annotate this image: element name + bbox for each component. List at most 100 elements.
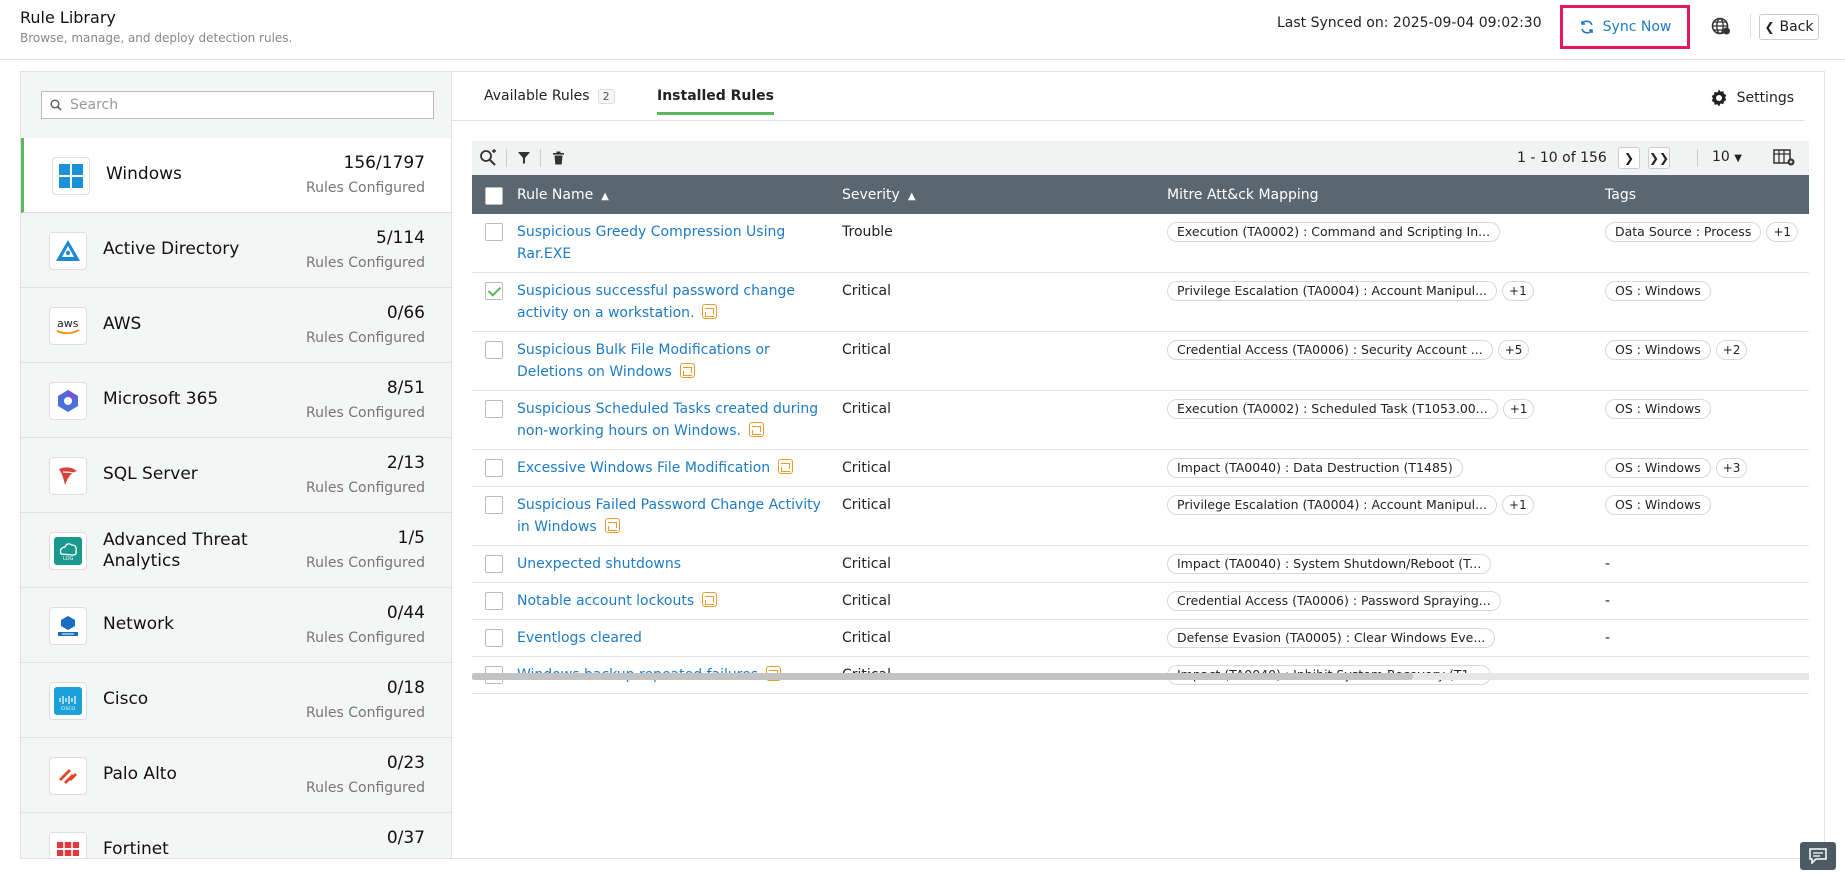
svg-text:CISCO: CISCO bbox=[61, 706, 75, 712]
select-all-checkbox[interactable] bbox=[485, 186, 503, 205]
tag-chip[interactable]: OS : Windows bbox=[1605, 458, 1711, 478]
globe-settings-icon[interactable] bbox=[1711, 16, 1731, 36]
next-page-button[interactable]: ❯ bbox=[1618, 147, 1640, 169]
last-page-button[interactable]: ❯❯ bbox=[1648, 147, 1670, 169]
source-item-cisco[interactable]: CISCO Cisco 0/18 Rules Configured bbox=[21, 663, 451, 738]
row-checkbox[interactable] bbox=[485, 400, 503, 418]
back-label: Back bbox=[1779, 19, 1814, 35]
horizontal-scrollbar[interactable] bbox=[472, 673, 1809, 680]
tag-more-badge[interactable]: +1 bbox=[1766, 222, 1799, 242]
page-title: Rule Library bbox=[20, 8, 116, 27]
tag-chip[interactable]: OS : Windows bbox=[1605, 495, 1711, 515]
mitre-chip[interactable]: Credential Access (TA0006) : Password Sp… bbox=[1167, 591, 1501, 611]
source-item-active-directory[interactable]: Active Directory 5/114 Rules Configured bbox=[21, 213, 451, 288]
source-list: Windows 156/1797 Rules Configured Active… bbox=[21, 138, 451, 858]
tag-chip[interactable]: Data Source : Process bbox=[1605, 222, 1762, 242]
mitre-more-badge[interactable]: +1 bbox=[1502, 399, 1535, 419]
tags-cell: - bbox=[1605, 619, 1809, 657]
search-box[interactable] bbox=[41, 91, 434, 119]
mitre-chip[interactable]: Execution (TA0002) : Command and Scripti… bbox=[1167, 222, 1501, 242]
column-header-mitre[interactable]: Mitre Att&ck Mapping bbox=[1167, 175, 1605, 214]
table-row[interactable]: Notable account lockouts Critical Credenti… bbox=[472, 582, 1809, 620]
source-count: 0/66 bbox=[386, 303, 425, 323]
mitre-chip[interactable]: Privilege Escalation (TA0004) : Account … bbox=[1167, 495, 1498, 515]
table-row[interactable]: Suspicious successful password change ac… bbox=[472, 272, 1809, 332]
filter-icon[interactable] bbox=[514, 148, 534, 168]
rule-name-link[interactable]: Suspicious successful password change ac… bbox=[517, 283, 795, 321]
column-chooser-icon[interactable] bbox=[1772, 147, 1796, 167]
table-row[interactable]: Unexpected shutdowns Critical Impact (TA00… bbox=[472, 545, 1809, 583]
mitre-chip[interactable]: Credential Access (TA0006) : Security Ac… bbox=[1167, 340, 1493, 360]
table-row[interactable]: Suspicious Greedy Compression Using Rar.… bbox=[472, 214, 1809, 273]
table-row[interactable]: Suspicious Scheduled Tasks created durin… bbox=[472, 390, 1809, 450]
rule-name-link[interactable]: Notable account lockouts bbox=[517, 593, 694, 609]
severity-cell: Critical bbox=[842, 331, 1167, 391]
row-select-cell bbox=[472, 214, 517, 273]
row-checkbox[interactable] bbox=[485, 282, 503, 300]
table-row[interactable]: Excessive Windows File Modification Criti… bbox=[472, 449, 1809, 487]
mitre-more-badge[interactable]: +1 bbox=[1502, 495, 1534, 515]
column-header-tags[interactable]: Tags bbox=[1605, 175, 1809, 214]
rule-name-cell: Excessive Windows File Modification bbox=[517, 449, 842, 487]
mitre-chip[interactable]: Defense Evasion (TA0005) : Clear Windows… bbox=[1167, 628, 1496, 648]
tag-chip[interactable]: OS : Windows bbox=[1605, 399, 1711, 419]
tag-chip[interactable]: OS : Windows bbox=[1605, 340, 1711, 360]
advanced-search-icon[interactable] bbox=[478, 148, 498, 168]
row-checkbox[interactable] bbox=[485, 223, 503, 241]
rule-name-link[interactable]: Suspicious Greedy Compression Using Rar.… bbox=[517, 224, 785, 262]
rule-name-link[interactable]: Unexpected shutdowns bbox=[517, 556, 681, 572]
tag-more-badge[interactable]: +3 bbox=[1715, 458, 1748, 478]
table-row[interactable]: Eventlogs cleared Critical Defense Evasion… bbox=[472, 619, 1809, 657]
back-button[interactable]: ❮ Back bbox=[1759, 14, 1819, 40]
rule-name-link[interactable]: Suspicious Failed Password Change Activi… bbox=[517, 497, 821, 535]
trash-icon[interactable] bbox=[548, 148, 568, 168]
search-input[interactable] bbox=[70, 97, 410, 113]
tag-more-badge[interactable]: +2 bbox=[1715, 340, 1748, 360]
source-item-sql-server[interactable]: SQL Server 2/13 Rules Configured bbox=[21, 438, 451, 513]
column-header-severity[interactable]: Severity ▲ bbox=[842, 175, 1167, 214]
table-row[interactable]: Suspicious Failed Password Change Activi… bbox=[472, 486, 1809, 546]
row-checkbox[interactable] bbox=[485, 629, 503, 647]
source-item-microsoft-365[interactable]: Microsoft 365 8/51 Rules Configured bbox=[21, 363, 451, 438]
per-page-select[interactable]: 10 ▼ bbox=[1712, 149, 1742, 165]
row-checkbox[interactable] bbox=[485, 459, 503, 477]
source-sub: Rules Configured bbox=[306, 780, 425, 796]
source-name: Cisco bbox=[103, 689, 149, 709]
mitre-chip[interactable]: Impact (TA0040) : Data Destruction (T148… bbox=[1167, 458, 1463, 478]
source-count: 0/18 bbox=[386, 678, 425, 698]
rule-name-link[interactable]: Eventlogs cleared bbox=[517, 630, 642, 646]
mitre-more-badge[interactable]: +5 bbox=[1497, 340, 1530, 360]
fortinet-icon bbox=[49, 832, 87, 858]
row-checkbox[interactable] bbox=[485, 592, 503, 610]
scrollbar-thumb[interactable] bbox=[472, 673, 1413, 680]
chat-button[interactable] bbox=[1800, 842, 1836, 870]
rule-name-link[interactable]: Suspicious Scheduled Tasks created durin… bbox=[517, 401, 818, 439]
mitre-chip[interactable]: Impact (TA0040) : System Shutdown/Reboot… bbox=[1167, 554, 1492, 574]
mitre-cell: Credential Access (TA0006) : Password Sp… bbox=[1167, 582, 1605, 620]
sync-now-label: Sync Now bbox=[1602, 19, 1672, 35]
source-item-palo-alto[interactable]: Palo Alto 0/23 Rules Configured bbox=[21, 738, 451, 813]
row-checkbox[interactable] bbox=[485, 555, 503, 573]
table-row[interactable]: Suspicious Bulk File Modifications or De… bbox=[472, 331, 1809, 391]
source-item-aws[interactable]: aws AWS 0/66 Rules Configured bbox=[21, 288, 451, 363]
tag-chip[interactable]: OS : Windows bbox=[1605, 281, 1711, 301]
sort-up-icon: ▲ bbox=[907, 190, 916, 202]
column-header-rule-name[interactable]: Rule Name ▲ bbox=[517, 175, 842, 214]
rule-name-link[interactable]: Suspicious Bulk File Modifications or De… bbox=[517, 342, 770, 380]
mitre-more-badge[interactable]: +1 bbox=[1502, 281, 1534, 301]
settings-button[interactable]: Settings bbox=[1709, 88, 1794, 108]
last-synced-text: Last Synced on: 2025-09-04 09:02:30 bbox=[1277, 15, 1542, 31]
tab-available-rules[interactable]: Available Rules 2 bbox=[484, 88, 615, 112]
row-checkbox[interactable] bbox=[485, 341, 503, 359]
source-item-windows[interactable]: Windows 156/1797 Rules Configured bbox=[21, 138, 451, 213]
mitre-chip[interactable]: Execution (TA0002) : Scheduled Task (T10… bbox=[1167, 399, 1498, 419]
row-checkbox[interactable] bbox=[485, 496, 503, 514]
mitre-chip[interactable]: Privilege Escalation (TA0004) : Account … bbox=[1167, 281, 1498, 301]
source-item-network[interactable]: Network 0/44 Rules Configured bbox=[21, 588, 451, 663]
source-item-fortinet[interactable]: Fortinet 0/37 bbox=[21, 813, 451, 858]
sync-now-button[interactable]: Sync Now bbox=[1560, 5, 1690, 49]
tab-installed-rules[interactable]: Installed Rules bbox=[657, 88, 775, 115]
source-item-advanced-threat-analytics[interactable]: LOG Advanced Threat Analytics 1/5 Rules … bbox=[21, 513, 451, 588]
rule-name-cell: Suspicious Bulk File Modifications or De… bbox=[517, 331, 842, 391]
rule-name-link[interactable]: Excessive Windows File Modification bbox=[517, 460, 770, 476]
